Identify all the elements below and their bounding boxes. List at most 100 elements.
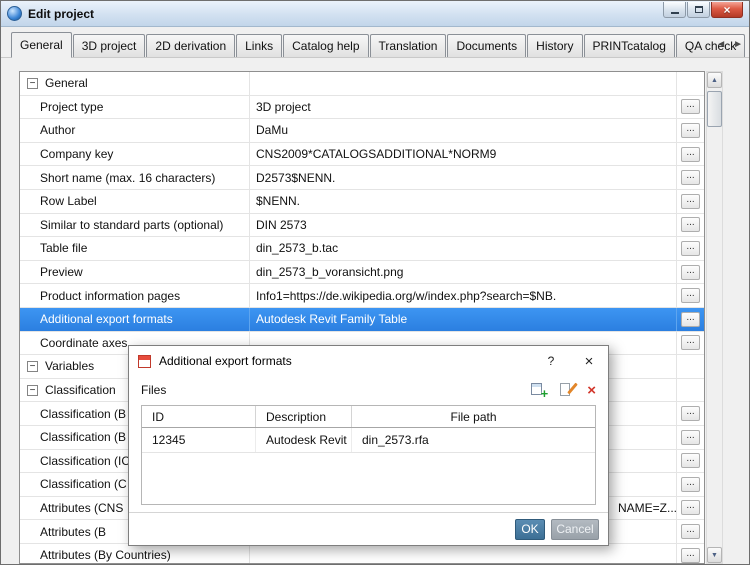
ellipsis-button[interactable]: ... (681, 335, 700, 350)
row-label: Preview (40, 265, 83, 279)
row-value-text: din_2573_b_voransicht.png (256, 265, 403, 279)
grid-row[interactable]: Attributes (By Countries)... (20, 544, 704, 564)
tab-general[interactable]: General (11, 32, 72, 58)
tab-2d-derivation[interactable]: 2D derivation (146, 34, 235, 57)
ellipsis-button[interactable]: ... (681, 312, 700, 327)
grid-row[interactable]: Short name (max. 16 characters) D2573$NEN… (20, 166, 704, 190)
close-button[interactable]: × (711, 2, 743, 18)
dialog-titlebar: Additional export formats ? × (129, 346, 608, 376)
row-dots-cell: ... (677, 237, 704, 260)
ellipsis-button[interactable]: ... (681, 99, 700, 114)
row-name-cell: Project type (20, 96, 250, 119)
row-name-cell: Product information pages (20, 284, 250, 307)
ellipsis-button[interactable]: ... (681, 265, 700, 280)
row-label: Product information pages (40, 289, 180, 303)
ellipsis-button[interactable]: ... (681, 170, 700, 185)
grid-scrollbar[interactable]: ▲ ▼ (706, 71, 723, 564)
row-label: Additional export formats (40, 312, 173, 326)
tab-documents[interactable]: Documents (447, 34, 526, 57)
tab-catalog-help[interactable]: Catalog help (283, 34, 368, 57)
files-column-header: ID (142, 406, 256, 427)
ellipsis-button[interactable]: ... (681, 217, 700, 232)
tab-printcatalog[interactable]: PRINTcatalog (584, 34, 675, 57)
maximize-button[interactable] (687, 2, 710, 18)
dialog-close-button[interactable]: × (574, 349, 604, 373)
file-action-icons: + × (531, 382, 596, 398)
grid-row[interactable]: Project type 3D project... (20, 96, 704, 120)
ellipsis-button[interactable]: ... (681, 147, 700, 162)
ellipsis-button[interactable]: ... (681, 241, 700, 256)
row-label: Company key (40, 147, 113, 161)
row-label: Classification (IC (40, 454, 130, 468)
row-label: Similar to standard parts (optional) (40, 218, 223, 232)
scrollbar-up-icon[interactable]: ▲ (707, 72, 722, 88)
grid-row[interactable]: Company key CNS2009*CATALOGSADDITIONAL*NO… (20, 143, 704, 167)
row-value-cell[interactable] (250, 72, 677, 95)
additional-export-formats-dialog: Additional export formats ? × Files + × (128, 345, 609, 546)
ellipsis-button[interactable]: ... (681, 548, 700, 563)
collapse-icon[interactable]: − (27, 385, 38, 396)
ellipsis-button[interactable]: ... (681, 406, 700, 421)
row-dots-cell: ... (677, 426, 704, 449)
delete-file-icon[interactable]: × (587, 383, 596, 398)
grid-row[interactable]: Preview din_2573_b_voransicht.png... (20, 261, 704, 285)
row-value-text: din_2573_b.tac (256, 241, 338, 255)
row-name-cell: Attributes (By Countries) (20, 544, 250, 564)
tab-3d-project[interactable]: 3D project (73, 34, 146, 57)
tab-translation[interactable]: Translation (370, 34, 447, 57)
ellipsis-button[interactable]: ... (681, 500, 700, 515)
ok-button[interactable]: OK (515, 519, 545, 540)
tab-bar: General3D project2D derivationLinksCatal… (1, 27, 749, 58)
tab-links[interactable]: Links (236, 34, 282, 57)
tab-scroll-right-icon[interactable]: ► (731, 38, 745, 51)
row-value-cell[interactable] (250, 544, 677, 564)
window-titlebar: Edit project × (1, 1, 749, 27)
add-file-icon[interactable]: + (531, 382, 547, 398)
row-dots-cell: ... (677, 284, 704, 307)
grid-row[interactable]: Row Label$NENN.... (20, 190, 704, 214)
scrollbar-thumb[interactable] (707, 91, 722, 127)
dialog-help-button[interactable]: ? (536, 349, 566, 373)
collapse-icon[interactable]: − (27, 361, 38, 372)
ellipsis-button[interactable]: ... (681, 288, 700, 303)
row-label: Short name (max. 16 characters) (40, 171, 215, 185)
row-value-text: Autodesk Revit Family Table (256, 312, 407, 326)
grid-section-row[interactable]: −General (20, 72, 704, 96)
row-value-cell[interactable]: D2573$NENN. (250, 166, 677, 189)
row-value-cell[interactable]: CNS2009*CATALOGSADDITIONAL*NORM9 (250, 143, 677, 166)
row-name-cell: Similar to standard parts (optional) (20, 214, 250, 237)
row-dots-cell: ... (677, 544, 704, 564)
row-value-cell[interactable]: 3D project (250, 96, 677, 119)
dialog-body: Files + × IDDescriptionFile path 12345Au… (129, 378, 608, 505)
grid-row[interactable]: Product information pages Info1=https://d… (20, 284, 704, 308)
ellipsis-button[interactable]: ... (681, 430, 700, 445)
ellipsis-button[interactable]: ... (681, 453, 700, 468)
row-name-cell: Short name (max. 16 characters) (20, 166, 250, 189)
row-value-cell[interactable]: din_2573_b.tac (250, 237, 677, 260)
files-table-header: IDDescriptionFile path (142, 406, 595, 428)
grid-row[interactable]: AuthorDaMu... (20, 119, 704, 143)
files-table-row[interactable]: 12345Autodesk Revit ...din_2573.rfa (142, 428, 595, 453)
row-value-cell[interactable]: din_2573_b_voransicht.png (250, 261, 677, 284)
tab-scroll-left-icon[interactable]: ◄ (714, 38, 728, 51)
row-value-text: 3D project (256, 100, 311, 114)
grid-row[interactable]: Table filedin_2573_b.tac... (20, 237, 704, 261)
row-label: Classification (45, 383, 116, 397)
row-value-cell[interactable]: DaMu (250, 119, 677, 142)
ellipsis-button[interactable]: ... (681, 524, 700, 539)
scrollbar-down-icon[interactable]: ▼ (707, 547, 722, 563)
minimize-button[interactable] (663, 2, 686, 18)
ellipsis-button[interactable]: ... (681, 194, 700, 209)
row-value-cell[interactable]: Info1=https://de.wikipedia.org/w/index.p… (250, 284, 677, 307)
cancel-button[interactable]: Cancel (551, 519, 599, 540)
ellipsis-button[interactable]: ... (681, 477, 700, 492)
row-value-cell[interactable]: DIN 2573 (250, 214, 677, 237)
row-value-cell[interactable]: $NENN. (250, 190, 677, 213)
ellipsis-button[interactable]: ... (681, 123, 700, 138)
grid-row[interactable]: Additional export formats Autodesk Revit … (20, 308, 704, 332)
tab-history[interactable]: History (527, 34, 582, 57)
collapse-icon[interactable]: − (27, 78, 38, 89)
row-value-cell[interactable]: Autodesk Revit Family Table (250, 308, 677, 331)
grid-row[interactable]: Similar to standard parts (optional) DIN … (20, 214, 704, 238)
edit-file-icon[interactable] (559, 382, 575, 398)
